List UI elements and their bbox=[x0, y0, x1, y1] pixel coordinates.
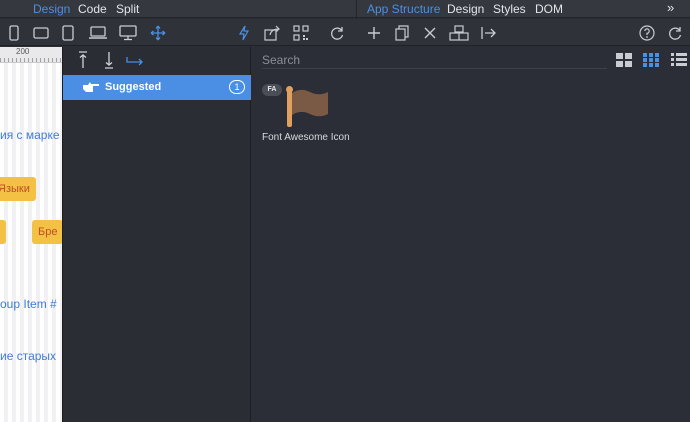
delete-icon[interactable] bbox=[420, 23, 440, 43]
fa-badge: FA bbox=[262, 84, 282, 96]
flag-icon bbox=[284, 86, 332, 131]
canvas-button-languages[interactable]: Языки bbox=[0, 177, 36, 201]
category-suggested[interactable]: Suggested 1 bbox=[63, 75, 251, 100]
large-grid-view-icon[interactable] bbox=[616, 53, 632, 67]
component-categories-panel: Suggested 1 bbox=[62, 47, 251, 422]
top-tab-bar: Design Code Split App Structure Design S… bbox=[0, 0, 690, 46]
tab-styles[interactable]: Styles bbox=[493, 2, 526, 16]
insert-before-icon[interactable] bbox=[73, 50, 93, 70]
wrap-icon[interactable] bbox=[449, 23, 469, 43]
duplicate-icon[interactable] bbox=[392, 23, 412, 43]
tab-split[interactable]: Split bbox=[116, 2, 139, 16]
phone-landscape-icon[interactable] bbox=[31, 23, 51, 43]
component-label: Font Awesome Icon bbox=[262, 132, 350, 143]
expand-icon[interactable]: » bbox=[667, 0, 674, 15]
list-view-icon[interactable] bbox=[671, 53, 687, 67]
lightning-icon[interactable] bbox=[234, 23, 254, 43]
pointing-hand-icon bbox=[81, 77, 101, 97]
small-grid-view-icon[interactable] bbox=[643, 53, 659, 67]
add-icon[interactable] bbox=[364, 23, 384, 43]
tab-design[interactable]: Design bbox=[33, 2, 70, 16]
laptop-icon[interactable] bbox=[88, 23, 108, 43]
design-canvas[interactable]: 200 ия с марке Языки Бре oup Item # ие с… bbox=[0, 47, 62, 422]
help-icon[interactable] bbox=[637, 23, 657, 43]
horizontal-ruler: 200 bbox=[0, 47, 62, 63]
canvas-text-old[interactable]: ие старых bbox=[0, 349, 56, 363]
canvas-button-partial[interactable] bbox=[0, 220, 6, 244]
sync-icon[interactable] bbox=[665, 23, 685, 43]
tab-design-panel[interactable]: Design bbox=[447, 2, 484, 16]
tab-dom[interactable]: DOM bbox=[535, 2, 563, 16]
move-icon[interactable] bbox=[148, 23, 168, 43]
canvas-group-item[interactable]: oup Item # bbox=[0, 297, 57, 311]
unwrap-icon[interactable] bbox=[479, 23, 499, 43]
qr-code-icon[interactable] bbox=[291, 23, 311, 43]
insert-inside-icon[interactable] bbox=[125, 50, 145, 70]
insert-position-toolbar bbox=[63, 47, 252, 74]
component-search-input[interactable]: Search bbox=[262, 51, 607, 69]
components-panel: Search FA Font Awesome Icon bbox=[252, 47, 690, 422]
tablet-icon[interactable] bbox=[58, 23, 78, 43]
tab-code[interactable]: Code bbox=[78, 2, 107, 16]
canvas-text-heading[interactable]: ия с марке bbox=[0, 128, 60, 142]
tab-app-structure[interactable]: App Structure bbox=[367, 2, 440, 16]
ruler-label: 200 bbox=[16, 47, 30, 56]
share-icon[interactable] bbox=[263, 23, 283, 43]
desktop-icon[interactable] bbox=[118, 23, 138, 43]
insert-after-icon[interactable] bbox=[99, 50, 119, 70]
toolbar bbox=[0, 19, 690, 46]
phone-icon[interactable] bbox=[4, 23, 24, 43]
component-font-awesome-icon[interactable]: FA Font Awesome Icon bbox=[262, 84, 354, 144]
refresh-icon[interactable] bbox=[327, 23, 347, 43]
category-suggested-count: 1 bbox=[229, 80, 245, 94]
category-suggested-label: Suggested bbox=[105, 81, 162, 93]
canvas-button-brand[interactable]: Бре bbox=[32, 220, 62, 244]
